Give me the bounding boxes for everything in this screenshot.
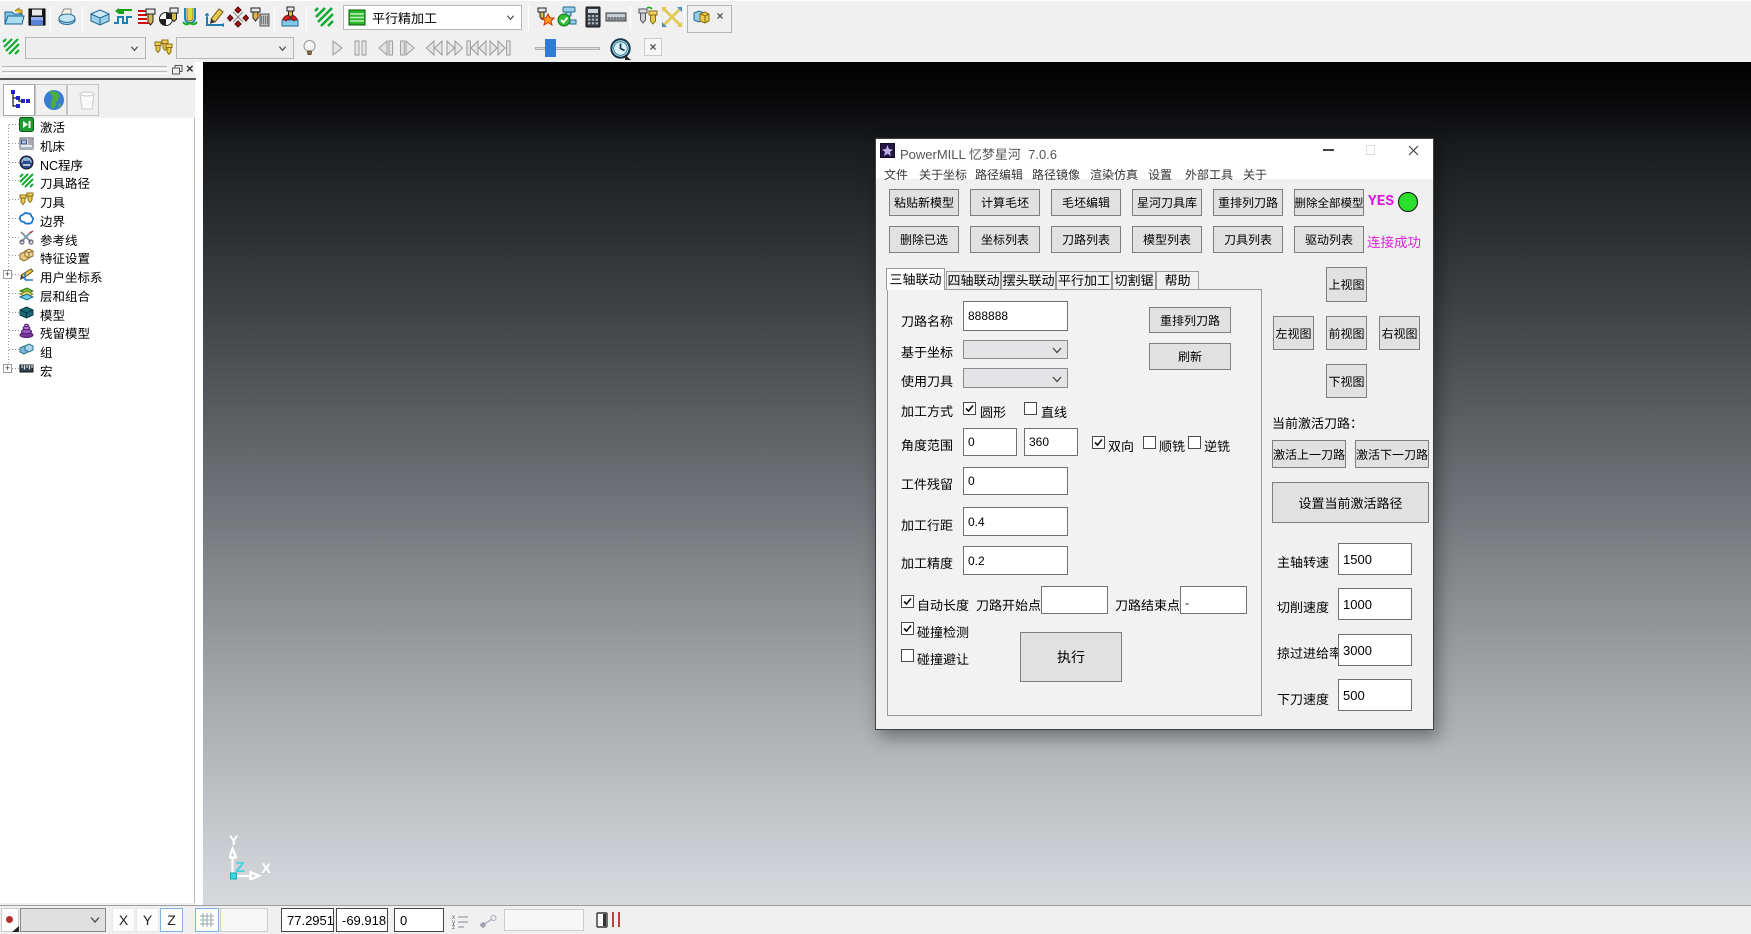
svg-text:Y: Y bbox=[229, 834, 239, 848]
svg-text:X: X bbox=[262, 860, 272, 876]
svg-text:z: z bbox=[452, 925, 455, 929]
